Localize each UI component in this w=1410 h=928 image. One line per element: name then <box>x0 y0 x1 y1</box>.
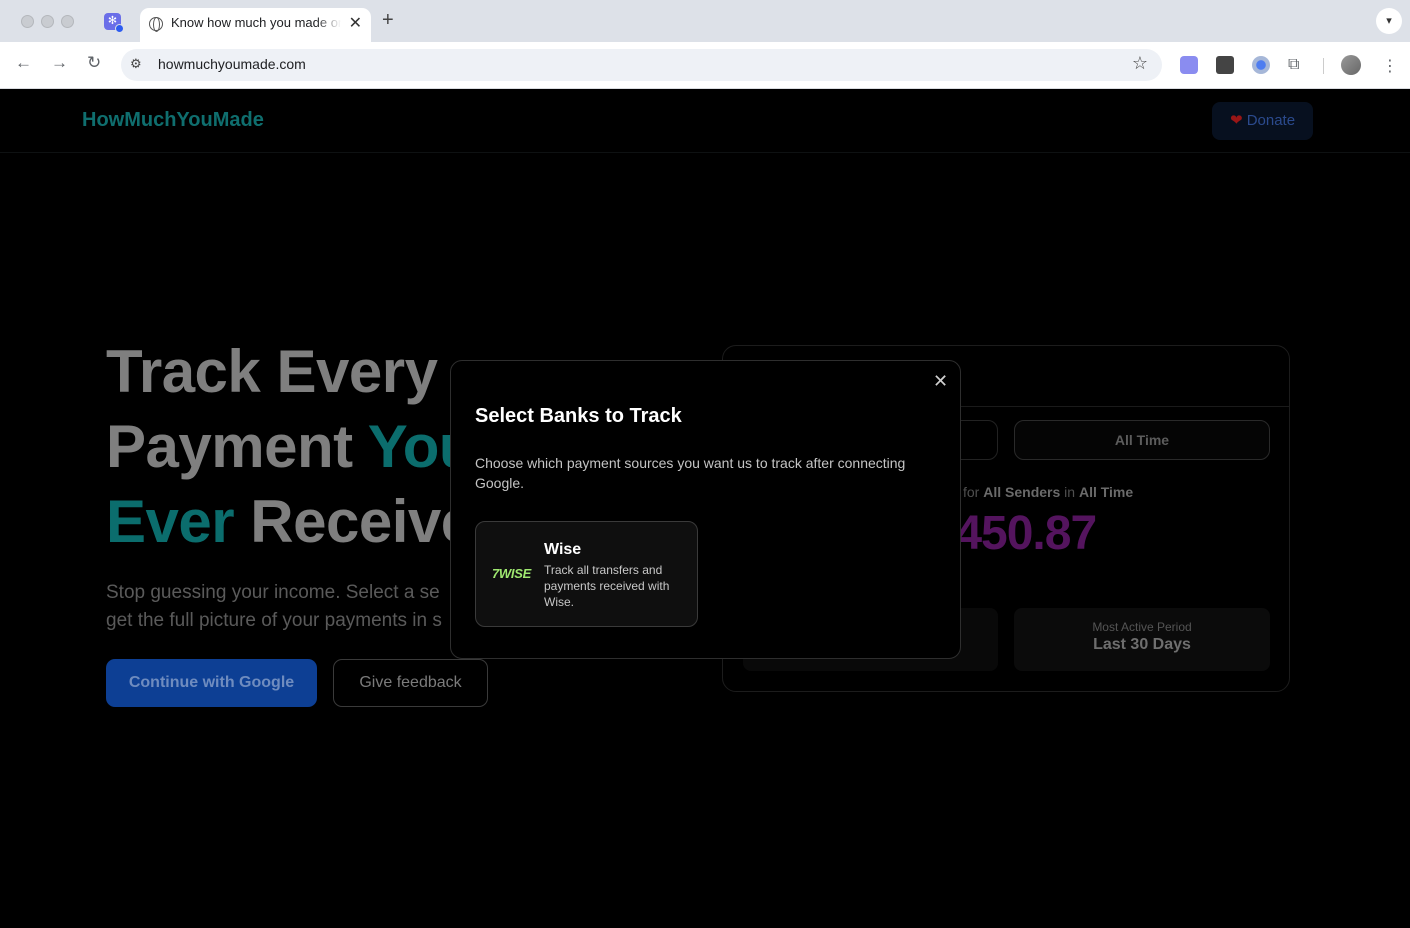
heart-icon: ❤ <box>1229 112 1243 129</box>
address-url[interactable]: howmuchyoumade.com <box>158 56 306 72</box>
modal-description: Choose which payment sources you want us… <box>475 455 906 491</box>
bank-description: Track all transfers and payments receive… <box>544 563 670 609</box>
profile-avatar[interactable] <box>1341 55 1361 75</box>
globe-icon <box>149 17 163 32</box>
address-bar[interactable]: ⚙ howmuchyoumade.com ☆ <box>121 49 1162 81</box>
stat-label: Most Active Period <box>1092 620 1192 634</box>
tab-title: Know how much you made on <box>171 15 341 30</box>
hero-title-line2: Payment <box>106 413 368 480</box>
window-minimize-button[interactable] <box>41 15 54 28</box>
reload-icon[interactable]: ↻ <box>87 53 101 73</box>
tab-search-chevron-icon[interactable]: ▾ <box>1376 8 1402 34</box>
extension-circle-icon[interactable] <box>1252 56 1270 74</box>
window-close-button[interactable] <box>21 15 34 28</box>
continue-with-google-button[interactable]: Continue with Google <box>106 659 317 707</box>
browser-tab-active[interactable]: Know how much you made on ✕ <box>140 8 371 42</box>
bank-option-wise[interactable]: 7WISE Wise Track all transfers and payme… <box>475 521 698 627</box>
stat-value: Last 30 Days <box>1093 636 1191 653</box>
puzzle-icon[interactable]: ⧉ <box>1288 56 1306 74</box>
pinned-extension-tab-icon[interactable]: ✻ <box>104 13 124 33</box>
hero-title-line1: Track Every <box>106 338 438 405</box>
site-info-icon[interactable]: ⚙ <box>130 56 147 73</box>
more-menu-icon[interactable]: ⋮ <box>1382 56 1400 75</box>
stat-tile-most-active: Most Active Period Last 30 Days <box>1014 608 1270 671</box>
tab-close-icon[interactable]: ✕ <box>349 13 362 33</box>
edit-extension-icon[interactable] <box>1216 56 1234 74</box>
new-tab-icon[interactable]: + <box>382 9 394 32</box>
site-header: HowMuchYouMade ❤ Donate <box>0 89 1410 153</box>
donate-button[interactable]: ❤ Donate <box>1212 102 1313 140</box>
hero-title-accent-2: Ever <box>106 488 235 555</box>
browser-tab-strip: ✻ Know how much you made on ✕ + ▾ <box>0 0 1410 42</box>
site-logo[interactable]: HowMuchYouMade <box>82 109 264 132</box>
hero-title: Track Every Payment You Ever Receive <box>106 334 476 559</box>
give-feedback-button[interactable]: Give feedback <box>333 659 488 707</box>
donate-label: Donate <box>1246 112 1296 129</box>
modal-title: Select Banks to Track <box>475 405 682 427</box>
total-amount: ,450.87 <box>943 507 1097 560</box>
bookmark-star-icon[interactable]: ☆ <box>1132 53 1148 74</box>
hero-title-line3: Receive <box>234 488 474 555</box>
forward-arrow-icon[interactable]: → <box>51 53 68 73</box>
window-maximize-button[interactable] <box>61 15 74 28</box>
wise-logo-icon: 7WISE <box>492 566 531 581</box>
select-banks-modal: ✕ Select Banks to Track Choose which pay… <box>450 360 961 659</box>
extension-icon[interactable] <box>1180 56 1198 74</box>
toolbar-divider <box>1323 58 1324 74</box>
bank-name: Wise <box>544 541 582 558</box>
period-option-all-time[interactable]: All Time <box>1014 420 1270 460</box>
close-icon[interactable]: ✕ <box>933 371 948 392</box>
browser-toolbar: ← → ↻ ⚙ howmuchyoumade.com ☆ ⧉ ⋮ <box>0 42 1410 89</box>
summary-line: for All Senders in All Time <box>963 484 1134 500</box>
back-arrow-icon[interactable]: ← <box>15 53 32 73</box>
